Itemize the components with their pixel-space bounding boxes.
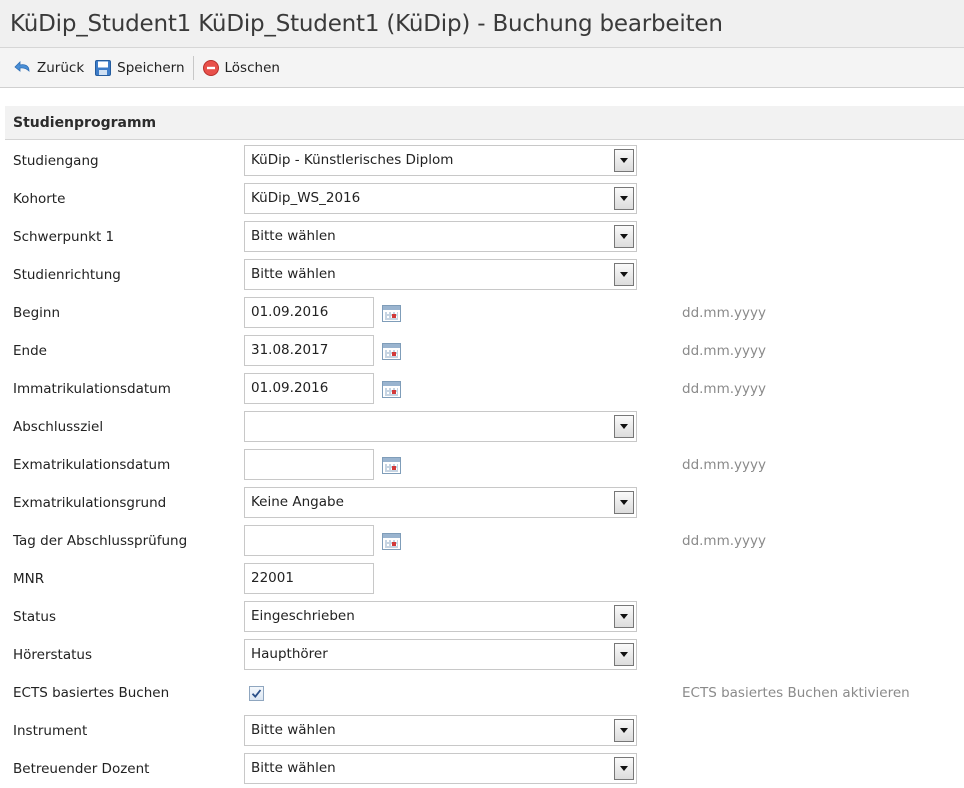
exmatrikulationsgrund-value: Keine Angabe xyxy=(251,494,344,510)
save-button[interactable]: Speichern xyxy=(94,59,185,77)
instrument-select[interactable]: Bitte wählen xyxy=(244,715,637,746)
calendar-icon[interactable] xyxy=(382,381,401,398)
form-row-instrument: Instrument Bitte wählen xyxy=(0,714,964,748)
schwerpunkt-value: Bitte wählen xyxy=(251,228,336,244)
instrument-value: Bitte wählen xyxy=(251,722,336,738)
exmatrikulation-format-hint: dd.mm.yyyy xyxy=(682,457,766,473)
instrument-label: Instrument xyxy=(13,723,88,739)
chevron-down-icon[interactable] xyxy=(614,605,634,628)
page-title: KüDip_Student1 KüDip_Student1 (KüDip) - … xyxy=(10,10,723,37)
exmatrikulationsgrund-label: Exmatrikulationsgrund xyxy=(13,495,167,511)
chevron-down-icon[interactable] xyxy=(614,491,634,514)
chevron-down-icon[interactable] xyxy=(614,719,634,742)
hoererstatus-select[interactable]: Haupthörer xyxy=(244,639,637,670)
abschlussziel-select[interactable] xyxy=(244,411,637,442)
dozent-value: Bitte wählen xyxy=(251,760,336,776)
toolbar: Zurück Speichern Löschen xyxy=(0,48,964,88)
hoererstatus-label: Hörerstatus xyxy=(13,647,93,663)
ects-label: ECTS basiertes Buchen xyxy=(13,685,170,701)
ende-format-hint: dd.mm.yyyy xyxy=(682,343,766,359)
studienrichtung-select[interactable]: Bitte wählen xyxy=(244,259,637,290)
chevron-down-icon[interactable] xyxy=(614,757,634,780)
delete-button-label: Löschen xyxy=(224,59,280,76)
schwerpunkt-select[interactable]: Bitte wählen xyxy=(244,221,637,252)
schwerpunkt-label: Schwerpunkt 1 xyxy=(13,229,115,245)
exmatrikulation-date-input[interactable] xyxy=(244,449,374,480)
abschlusspruefung-label: Tag der Abschlussprüfung xyxy=(13,533,188,549)
delete-button[interactable]: Löschen xyxy=(202,59,280,77)
abschlusspruefung-format-hint: dd.mm.yyyy xyxy=(682,533,766,549)
checkmark-icon xyxy=(251,689,262,698)
hoererstatus-value: Haupthörer xyxy=(251,646,328,662)
ende-date-input[interactable]: 31.08.2017 xyxy=(244,335,374,366)
form-row-schwerpunkt: Schwerpunkt 1 Bitte wählen xyxy=(0,220,964,254)
immatrikulation-date-input[interactable]: 01.09.2016 xyxy=(244,373,374,404)
mnr-label: MNR xyxy=(13,571,45,587)
form-row-ende: Ende 31.08.2017 dd.mm.yyyy xyxy=(0,334,964,368)
form-row-hoererstatus: Hörerstatus Haupthörer xyxy=(0,638,964,672)
floppy-disk-icon xyxy=(94,59,112,77)
chevron-down-icon[interactable] xyxy=(614,415,634,438)
form-row-dozent: Betreuender Dozent Bitte wählen xyxy=(0,752,964,786)
form-row-ects: ECTS basiertes Buchen ECTS basiertes Buc… xyxy=(0,676,964,710)
kohorte-value: KüDip_WS_2016 xyxy=(251,190,361,206)
form-row-exmatrikulationsgrund: Exmatrikulationsgrund Keine Angabe xyxy=(0,486,964,520)
chevron-down-icon[interactable] xyxy=(614,643,634,666)
chevron-down-icon[interactable] xyxy=(614,225,634,248)
beginn-label: Beginn xyxy=(13,305,60,321)
ects-hint: ECTS basiertes Buchen aktivieren xyxy=(682,685,910,701)
form-row-studienrichtung: Studienrichtung Bitte wählen xyxy=(0,258,964,292)
form-row-abschlusspruefung: Tag der Abschlussprüfung dd.mm.yyyy xyxy=(0,524,964,558)
ects-checkbox[interactable] xyxy=(249,686,264,701)
studiengang-select[interactable]: KüDip - Künstlerisches Diplom xyxy=(244,145,637,176)
form-row-abschlussziel: Abschlussziel xyxy=(0,410,964,444)
studiengang-label: Studiengang xyxy=(13,153,99,169)
ende-label: Ende xyxy=(13,343,47,359)
dozent-select[interactable]: Bitte wählen xyxy=(244,753,637,784)
immatrikulation-label: Immatrikulationsdatum xyxy=(13,381,171,397)
exmatrikulationsgrund-select[interactable]: Keine Angabe xyxy=(244,487,637,518)
status-select[interactable]: Eingeschrieben xyxy=(244,601,637,632)
form-row-beginn: Beginn 01.09.2016 dd.mm.yyyy xyxy=(0,296,964,330)
form-row-exmatrikulation: Exmatrikulationsdatum dd.mm.yyyy xyxy=(0,448,964,482)
form-row-immatrikulation: Immatrikulationsdatum 01.09.2016 dd.mm.y… xyxy=(0,372,964,406)
section-title: Studienprogramm xyxy=(13,114,157,131)
exmatrikulation-label: Exmatrikulationsdatum xyxy=(13,457,171,473)
dozent-label: Betreuender Dozent xyxy=(13,761,150,777)
calendar-icon[interactable] xyxy=(382,305,401,322)
back-arrow-icon xyxy=(14,59,32,77)
delete-circle-icon xyxy=(202,59,220,77)
back-button[interactable]: Zurück xyxy=(14,59,84,77)
abschlusspruefung-date-input[interactable] xyxy=(244,525,374,556)
chevron-down-icon[interactable] xyxy=(614,187,634,210)
form-row-mnr: MNR 22001 xyxy=(0,562,964,596)
section-header: Studienprogramm xyxy=(5,106,964,140)
kohorte-label: Kohorte xyxy=(13,191,66,207)
immatrikulation-format-hint: dd.mm.yyyy xyxy=(682,381,766,397)
calendar-icon[interactable] xyxy=(382,533,401,550)
form-row-studiengang: Studiengang KüDip - Künstlerisches Diplo… xyxy=(0,144,964,178)
studienrichtung-value: Bitte wählen xyxy=(251,266,336,282)
status-value: Eingeschrieben xyxy=(251,608,355,624)
title-bar: KüDip_Student1 KüDip_Student1 (KüDip) - … xyxy=(0,0,964,48)
studiengang-value: KüDip - Künstlerisches Diplom xyxy=(251,152,454,168)
abschlussziel-label: Abschlussziel xyxy=(13,419,104,435)
beginn-format-hint: dd.mm.yyyy xyxy=(682,305,766,321)
calendar-icon[interactable] xyxy=(382,457,401,474)
save-button-label: Speichern xyxy=(117,59,185,76)
chevron-down-icon[interactable] xyxy=(614,263,634,286)
status-label: Status xyxy=(13,609,57,625)
beginn-date-input[interactable]: 01.09.2016 xyxy=(244,297,374,328)
form-row-kohorte: Kohorte KüDip_WS_2016 xyxy=(0,182,964,216)
mnr-input[interactable]: 22001 xyxy=(244,563,374,594)
toolbar-separator xyxy=(192,55,194,80)
back-button-label: Zurück xyxy=(37,59,85,76)
calendar-icon[interactable] xyxy=(382,343,401,360)
form-row-status: Status Eingeschrieben xyxy=(0,600,964,634)
chevron-down-icon[interactable] xyxy=(614,149,634,172)
kohorte-select[interactable]: KüDip_WS_2016 xyxy=(244,183,637,214)
studienrichtung-label: Studienrichtung xyxy=(13,267,121,283)
